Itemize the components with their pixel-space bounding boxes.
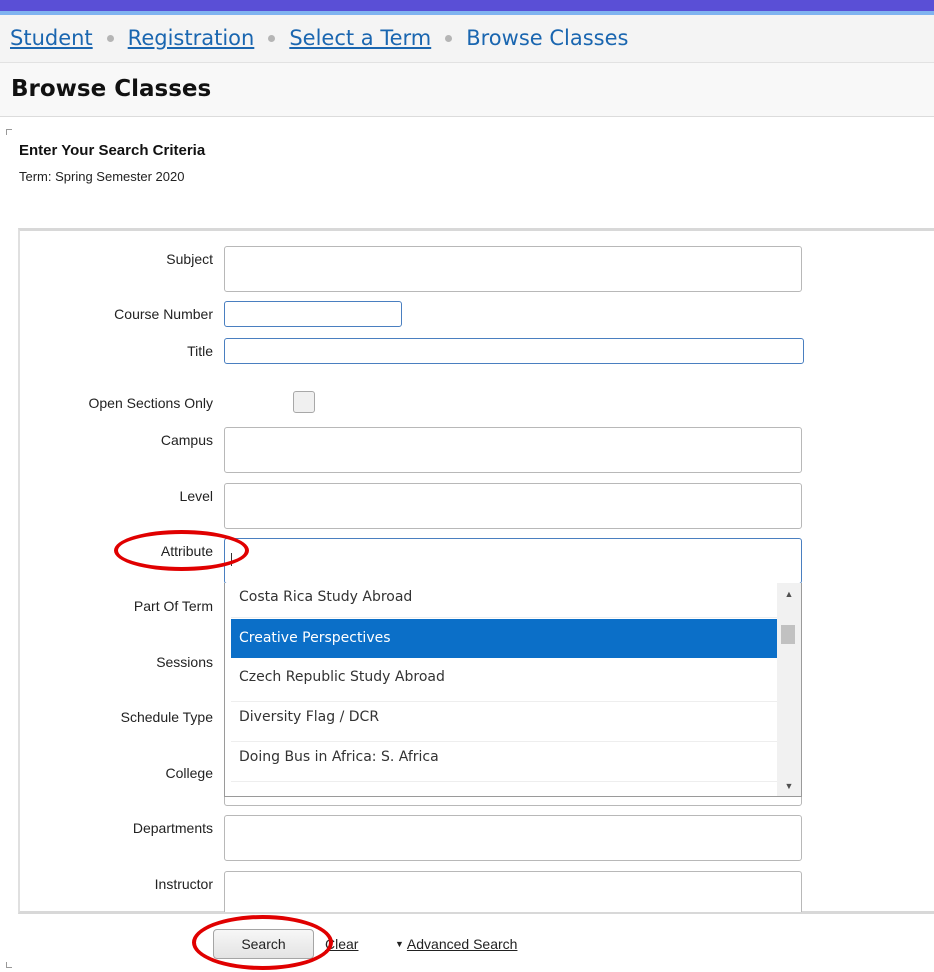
college-label: College (165, 765, 213, 781)
page-title: Browse Classes (11, 76, 212, 102)
dropdown-option[interactable]: Doing Bus in Africa: S. Africa (231, 742, 777, 782)
corner-mark (6, 129, 12, 135)
attribute-label: Attribute (160, 543, 213, 559)
breadcrumb-separator (106, 34, 114, 42)
dropdown-option[interactable]: Diversity Flag / DCR (231, 702, 777, 742)
campus-label: Campus (160, 432, 213, 448)
breadcrumb-registration[interactable]: Registration (128, 26, 255, 50)
subject-input[interactable] (224, 246, 802, 292)
course-number-label: Course Number (114, 306, 213, 322)
breadcrumb-bar: Student Registration Select a Term Brows… (0, 15, 934, 63)
open-sections-checkbox[interactable] (293, 391, 315, 413)
part-of-term-label: Part Of Term (133, 598, 213, 614)
campus-input[interactable] (224, 427, 802, 473)
scroll-down-arrow-icon[interactable]: ▼ (777, 777, 801, 795)
level-input[interactable] (224, 483, 802, 529)
clear-link[interactable]: Clear (325, 936, 358, 952)
breadcrumb-select-term[interactable]: Select a Term (289, 26, 431, 50)
title-input[interactable] (224, 338, 804, 364)
dropdown-option[interactable]: Costa Rica Study Abroad (231, 583, 777, 618)
advanced-search-link[interactable]: Advanced Search (407, 936, 518, 952)
instructor-input[interactable] (224, 871, 802, 912)
top-bar (0, 0, 934, 11)
breadcrumb-current: Browse Classes (466, 26, 629, 50)
title-bar: Browse Classes (0, 63, 934, 117)
departments-input[interactable] (224, 815, 802, 861)
attribute-input[interactable] (224, 538, 802, 584)
search-button[interactable]: Search (213, 929, 314, 959)
breadcrumb-separator (445, 34, 453, 42)
breadcrumb: Student Registration Select a Term Brows… (10, 26, 628, 50)
dropdown-option-selected[interactable]: Creative Perspectives (231, 619, 777, 658)
departments-label: Departments (132, 820, 213, 836)
text-cursor (231, 553, 232, 566)
open-sections-label: Open Sections Only (88, 395, 213, 411)
corner-mark (6, 962, 12, 968)
instructor-label: Instructor (154, 876, 213, 892)
scroll-up-arrow-icon[interactable]: ▲ (777, 585, 801, 603)
breadcrumb-student[interactable]: Student (10, 26, 93, 50)
level-label: Level (179, 488, 213, 504)
caret-down-icon: ▼ (395, 939, 404, 949)
sessions-label: Sessions (156, 654, 213, 670)
course-number-input[interactable] (224, 301, 402, 327)
schedule-type-label: Schedule Type (120, 709, 213, 725)
scroll-thumb[interactable] (781, 625, 795, 644)
attribute-dropdown-list[interactable]: Costa Rica Study Abroad Creative Perspec… (224, 583, 802, 797)
dropdown-option[interactable]: Czech Republic Study Abroad (231, 662, 777, 702)
subject-label: Subject (166, 251, 213, 267)
criteria-heading: Enter Your Search Criteria (19, 142, 206, 159)
title-label: Title (187, 343, 213, 359)
dropdown-scrollbar[interactable]: ▲ ▼ (777, 583, 801, 796)
term-label: Term: Spring Semester 2020 (19, 169, 185, 184)
breadcrumb-separator (268, 34, 276, 42)
advanced-search-toggle[interactable]: ▼ Advanced Search (395, 936, 517, 952)
